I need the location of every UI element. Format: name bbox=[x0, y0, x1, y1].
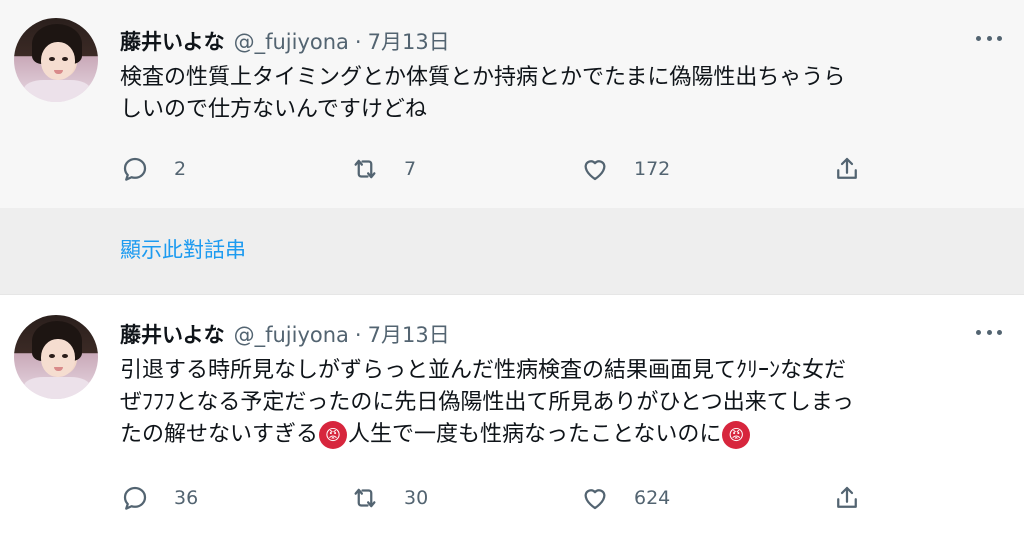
avatar-face bbox=[41, 339, 75, 377]
reply-icon bbox=[123, 486, 147, 510]
reply-icon bbox=[123, 157, 147, 181]
tweet[interactable]: 藤井いよな @_fujiyona · 7月13日 検査の性質上タイミングとか体質… bbox=[0, 0, 1024, 208]
avatar[interactable] bbox=[14, 18, 98, 102]
avatar-eye bbox=[49, 57, 55, 61]
retweet-icon bbox=[354, 488, 376, 508]
show-thread-row[interactable]: 顯示此對話串 bbox=[0, 208, 1024, 294]
like-icon bbox=[584, 489, 606, 510]
separator-dot: · bbox=[354, 30, 362, 54]
avatar-eye bbox=[62, 57, 68, 61]
display-name[interactable]: 藤井いよな bbox=[120, 26, 225, 56]
emoji-glyph: 😡 bbox=[728, 426, 745, 444]
share-icon bbox=[837, 157, 857, 179]
retweet-count: 7 bbox=[404, 158, 417, 180]
user-handle[interactable]: @_fujiyona bbox=[234, 30, 349, 54]
tweet-text: 引退する時所見なしがずらっと並んだ性病検査の結果画面見てｸﾘｰﾝな女だ ぜﾌﾌﾌ… bbox=[120, 355, 1000, 451]
display-name[interactable]: 藤井いよな bbox=[120, 319, 225, 349]
more-icon[interactable] bbox=[976, 34, 1002, 42]
like-icon bbox=[584, 160, 606, 181]
reply-button[interactable]: 2 bbox=[120, 154, 186, 184]
reply-count: 2 bbox=[174, 158, 187, 180]
share-icon bbox=[837, 486, 857, 508]
avatar-clothes bbox=[24, 80, 90, 102]
user-handle[interactable]: @_fujiyona bbox=[234, 323, 349, 347]
tweet-header: 藤井いよな @_fujiyona · 7月13日 bbox=[120, 26, 450, 56]
like-button[interactable]: 172 bbox=[580, 154, 670, 184]
retweet-icon bbox=[354, 159, 376, 179]
tweet-text: 検査の性質上タイミングとか体質とか持病とかでたまに偽陽性出ちゃうら しいので仕方… bbox=[120, 65, 846, 122]
avatar-eye bbox=[49, 354, 55, 358]
separator-dot: · bbox=[354, 323, 362, 347]
avatar-clothes bbox=[24, 377, 90, 399]
angry-face-emoji: 😡 bbox=[722, 421, 751, 449]
retweet-button[interactable]: 7 bbox=[350, 154, 416, 184]
like-button[interactable]: 624 bbox=[580, 483, 670, 513]
reply-button[interactable]: 36 bbox=[120, 483, 198, 513]
share-button[interactable] bbox=[832, 154, 862, 184]
tweet-date[interactable]: 7月13日 bbox=[368, 26, 450, 56]
like-count: 624 bbox=[634, 487, 671, 509]
retweet-count: 30 bbox=[404, 487, 429, 509]
show-thread-link[interactable]: 顯示此對話串 bbox=[120, 234, 246, 264]
avatar-eye bbox=[62, 354, 68, 358]
tweet[interactable]: 藤井いよな @_fujiyona · 7月13日 引退する時所見なしがずらっと並… bbox=[0, 294, 1024, 543]
tweet-actions: 2 7 172 bbox=[0, 154, 1024, 184]
tweet-header: 藤井いよな @_fujiyona · 7月13日 bbox=[120, 319, 450, 349]
avatar-face bbox=[41, 42, 75, 80]
avatar[interactable] bbox=[14, 315, 98, 399]
share-button[interactable] bbox=[832, 483, 862, 513]
reply-count: 36 bbox=[174, 487, 199, 509]
tweet-date[interactable]: 7月13日 bbox=[368, 319, 450, 349]
tweet-text-part: 人生で一度も性病なったことないのに bbox=[348, 422, 722, 447]
angry-face-emoji: 😡 bbox=[319, 421, 348, 449]
tweet-actions: 36 30 624 bbox=[0, 483, 1024, 513]
retweet-button[interactable]: 30 bbox=[350, 483, 428, 513]
more-icon[interactable] bbox=[976, 328, 1002, 336]
like-count: 172 bbox=[634, 158, 671, 180]
emoji-glyph: 😡 bbox=[325, 426, 341, 444]
